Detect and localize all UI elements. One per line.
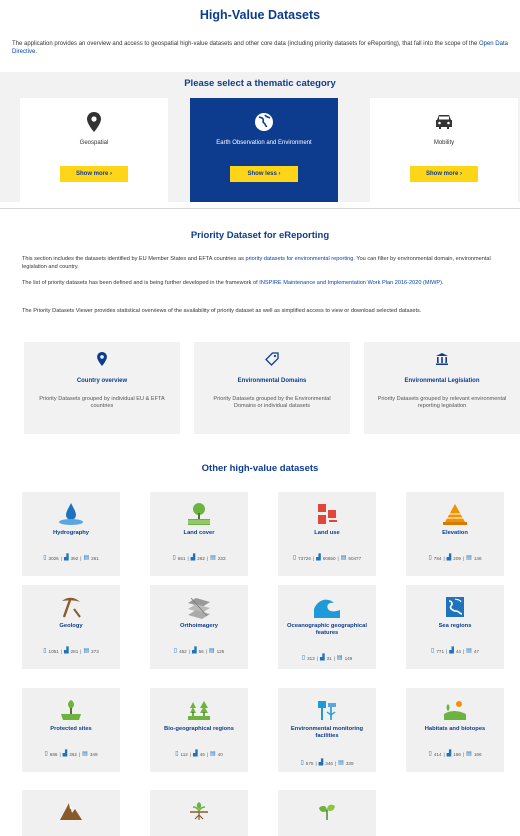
dataset-stats: ▯ 3026 | ▟ 392 | ▤ 261 (43, 555, 99, 561)
leaves-icon (278, 800, 376, 824)
dataset-stats: ▯ 686 | ▟ 362 | ▤ 349 (44, 751, 98, 757)
protected-sites-icon (22, 698, 120, 722)
dataset-title: Environmental monitoring facilities (290, 726, 364, 740)
dataset-stats: ▯ 784 | ▟ 209 | ▤ 146 (428, 555, 482, 561)
orthoimagery-icon (150, 595, 248, 619)
card-description: Priority Datasets grouped by individual … (39, 396, 165, 410)
dataset-card-orthoimagery[interactable]: Orthoimagery ▯ 452 | ▟ 56 | ▤ 125 (150, 585, 248, 669)
habitats-icon (406, 698, 504, 722)
environmental-domains-card[interactable]: Environmental Domains Priority Datasets … (194, 342, 350, 434)
wave-icon (278, 595, 376, 619)
show-more-button[interactable]: Show more › (60, 166, 128, 182)
dataset-card-land-cover[interactable]: Land cover ▯ 651 | ▟ 282 | ▤ 233 (150, 492, 248, 576)
show-less-button[interactable]: Show less › (230, 166, 298, 182)
dataset-stats: ▯ 1051 | ▟ 281 | ▤ 273 (43, 648, 99, 654)
elevation-icon (406, 502, 504, 526)
dataset-title: Oceanographic geographical features (287, 623, 367, 637)
dataset-card-protected-sites[interactable]: Protected sites ▯ 686 | ▟ 362 | ▤ 349 (22, 688, 120, 772)
section-divider (0, 208, 520, 209)
page-title: High-Value Datasets (199, 8, 321, 22)
theme-label: Earth Observation and Environment (216, 140, 312, 146)
card-title: Environmental Domains (237, 378, 307, 384)
dataset-card-hydrography[interactable]: Hydrography ▯ 3026 | ▟ 392 | ▤ 261 (22, 492, 120, 576)
plant-roots-icon (150, 800, 248, 824)
dataset-card-partial-3[interactable] (278, 790, 376, 836)
country-overview-card[interactable]: Country overview Priority Datasets group… (24, 342, 180, 434)
tag-icon (194, 352, 350, 368)
dataset-title: Land use (314, 530, 340, 536)
dataset-card-bio-geographical-regions[interactable]: Bio-geographical regions ▯ 112 | ▟ 46 | ▤ 40 (150, 688, 248, 772)
location-pin-icon (20, 112, 168, 134)
dataset-card-environmental-monitoring[interactable]: Environmental monitoring facilities ▯ 575… (278, 688, 376, 772)
map-icon: ▤ (83, 555, 90, 561)
dataset-stats: ▯ 414 | ▟ 186 | ▤ 166 (428, 751, 482, 757)
dataset-title: Hydrography (52, 530, 90, 536)
intro-text: The application provides an overview and… (12, 41, 479, 47)
mountain-icon (22, 800, 120, 824)
priority-paragraph-1: This section includes the datasets ident… (22, 256, 491, 270)
other-datasets-heading: Other high-value datasets (201, 463, 319, 474)
dataset-stats: ▯ 112 | ▟ 46 | ▤ 40 (175, 751, 223, 757)
dataset-title: Geology (59, 623, 83, 629)
dataset-title: Elevation (442, 530, 468, 536)
land-use-icon (278, 502, 376, 526)
show-more-button[interactable]: Show more › (410, 166, 478, 182)
document-icon: ▯ (43, 555, 47, 561)
car-icon (370, 112, 518, 134)
priority-datasets-link[interactable]: priority datasets for environmental repo… (245, 256, 353, 262)
priority-heading: Priority Dataset for eReporting (190, 230, 330, 241)
theme-card-mobility[interactable]: Mobility Show more › (370, 98, 518, 202)
water-drop-icon (22, 502, 120, 526)
environmental-legislation-card[interactable]: Environmental Legislation Priority Datas… (364, 342, 520, 434)
monitoring-facilities-icon (278, 698, 376, 722)
dataset-card-sea-regions[interactable]: Sea regions ▯ 771 | ▟ 44 | ▤ 47 (406, 585, 504, 669)
dataset-card-geology[interactable]: Geology ▯ 1051 | ▟ 281 | ▤ 273 (22, 585, 120, 669)
pickaxe-icon (22, 595, 120, 619)
intro-paragraph: The application provides an overview and… (12, 41, 508, 55)
dataset-card-elevation[interactable]: Elevation ▯ 784 | ▟ 209 | ▤ 146 (406, 492, 504, 576)
dataset-card-land-use[interactable]: Land use ▯ 73726 | ▟ 60850 | ▤ 60477 (278, 492, 376, 576)
dataset-card-partial-1[interactable] (22, 790, 120, 836)
dataset-title: Habitats and biotopes (424, 726, 486, 732)
sea-regions-icon (406, 595, 504, 619)
theme-card-earth-observation[interactable]: Earth Observation and Environment Show l… (190, 98, 338, 202)
bio-regions-icon (150, 698, 248, 722)
inspire-miwp-link[interactable]: INSPIRE Maintenance and Implementation W… (259, 280, 442, 286)
dataset-stats: ▯ 651 | ▟ 282 | ▤ 233 (172, 555, 226, 561)
dataset-stats: ▯ 575 | ▟ 346 | ▤ 339 (300, 760, 354, 766)
dataset-title: Bio-geographical regions (164, 726, 234, 732)
theme-label: Geospatial (79, 140, 109, 146)
thematic-heading: Please select a thematic category (184, 78, 336, 89)
dataset-title: Orthoimagery (179, 623, 218, 629)
dataset-title: Protected sites (50, 726, 92, 732)
card-title: Environmental Legislation (404, 378, 480, 384)
earth-globe-icon (190, 112, 338, 134)
dataset-stats: ▯ 452 | ▟ 56 | ▤ 125 (173, 648, 225, 654)
priority-paragraph-3: The Priority Datasets Viewer provides st… (22, 308, 422, 314)
theme-label: Mobility (433, 140, 455, 146)
institution-icon (364, 352, 520, 368)
theme-card-geospatial[interactable]: Geospatial Show more › (20, 98, 168, 202)
priority-paragraph-2: The list of priority datasets has been d… (22, 280, 444, 286)
card-title: Country overview (76, 378, 128, 384)
dataset-stats: ▯ 73726 | ▟ 60850 | ▤ 60477 (292, 555, 362, 561)
location-pin-icon (24, 352, 180, 368)
dataset-stats: ▯ 771 | ▟ 44 | ▤ 47 (431, 648, 479, 654)
card-description: Priority Datasets grouped by relevant en… (377, 396, 507, 410)
land-cover-icon (150, 502, 248, 526)
dataset-stats: ▯ 313 | ▟ 31 | ▤ 149 (301, 655, 353, 661)
chart-icon: ▟ (63, 555, 69, 561)
dataset-card-habitats-biotopes[interactable]: Habitats and biotopes ▯ 414 | ▟ 186 | ▤ 166 (406, 688, 504, 772)
dataset-card-oceanographic[interactable]: Oceanographic geographical features ▯ 313… (278, 585, 376, 669)
card-description: Priority Datasets grouped by the Environ… (213, 396, 331, 410)
dataset-title: Sea regions (438, 623, 472, 629)
dataset-card-partial-2[interactable] (150, 790, 248, 836)
dataset-title: Land cover (183, 530, 215, 536)
